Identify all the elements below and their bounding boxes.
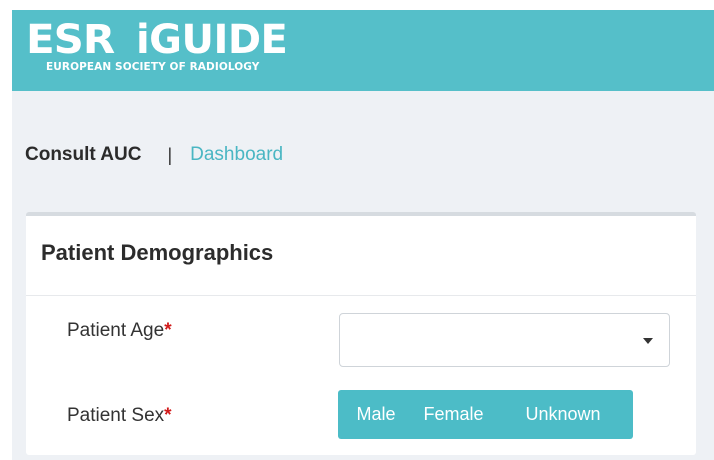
sex-unknown-button[interactable]: Unknown <box>493 390 633 439</box>
patient-age-label-text: Patient Age <box>67 320 165 341</box>
nav-dashboard-link[interactable]: Dashboard <box>190 144 283 166</box>
sex-female-button[interactable]: Female <box>414 390 493 439</box>
logo-mark: ESR <box>26 17 115 63</box>
nav-consult-auc: Consult AUC <box>25 144 142 165</box>
panel-title: Patient Demographics <box>41 240 274 265</box>
app-header: ESR iGUIDE EUROPEAN SOCIETY OF RADIOLOGY <box>12 10 714 91</box>
patient-sex-toggle-group: Male Female Unknown <box>338 390 633 439</box>
patient-sex-label: Patient Sex* <box>67 405 172 427</box>
page: ESR iGUIDE EUROPEAN SOCIETY OF RADIOLOGY… <box>12 10 714 460</box>
logo-product-name: iGUIDE <box>135 17 288 63</box>
required-marker: * <box>164 405 172 426</box>
patient-age-label: Patient Age* <box>67 320 172 342</box>
logo-organization: EUROPEAN SOCIETY OF RADIOLOGY <box>46 61 260 73</box>
patient-sex-label-text: Patient Sex <box>67 405 165 426</box>
chevron-down-icon <box>643 338 653 344</box>
sex-male-button[interactable]: Male <box>338 390 414 439</box>
panel-divider <box>26 295 696 296</box>
patient-age-select[interactable] <box>339 313 670 367</box>
patient-demographics-panel: Patient Demographics Patient Age* Patien… <box>26 212 696 455</box>
breadcrumb: Consult AUC | Dashboard <box>25 144 283 166</box>
required-marker: * <box>164 320 172 341</box>
esr-iguide-logo[interactable]: ESR iGUIDE <box>26 17 288 63</box>
nav-separator: | <box>167 144 173 165</box>
